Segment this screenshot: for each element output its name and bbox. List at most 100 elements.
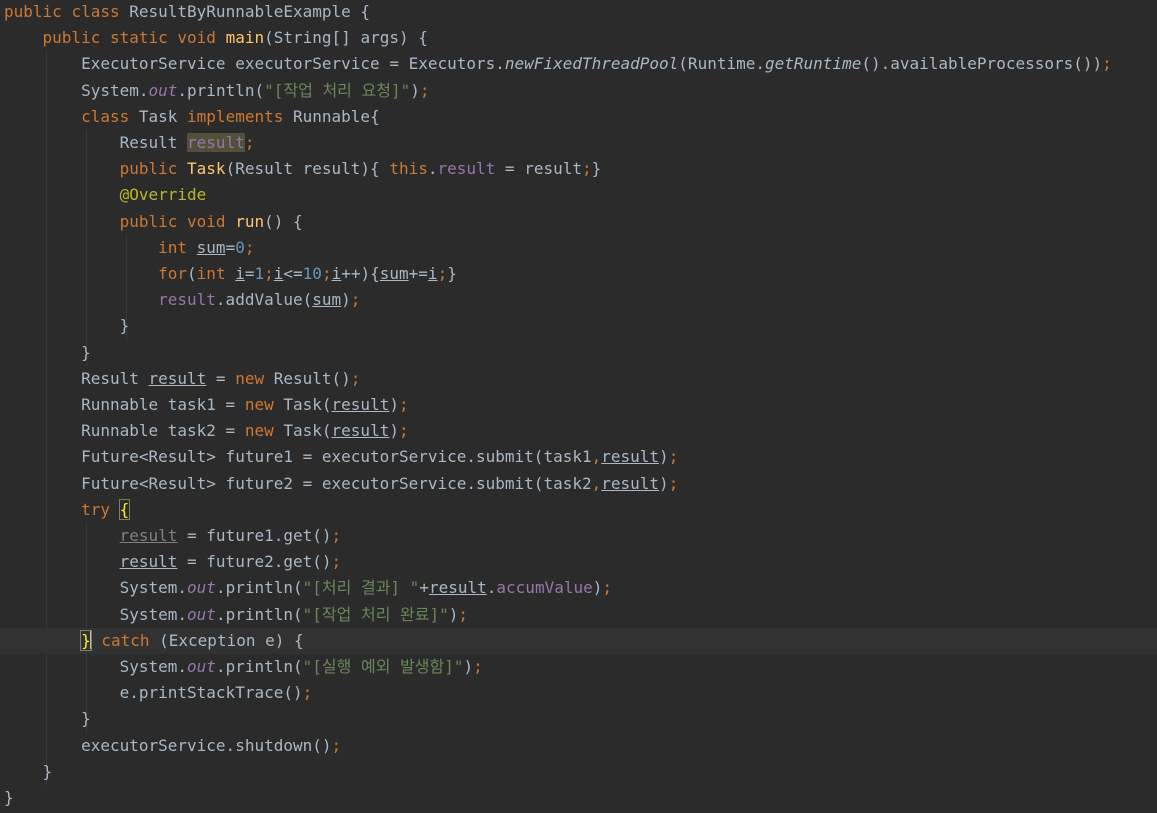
code-text: .println( bbox=[215, 604, 303, 624]
code-text: } bbox=[4, 342, 91, 362]
variable-reference: result bbox=[331, 395, 390, 414]
code-line[interactable]: public void run() { bbox=[0, 209, 1157, 235]
code-text: = result bbox=[495, 159, 582, 179]
code-line[interactable]: ExecutorService executorService = Execut… bbox=[0, 51, 1157, 77]
string-literal: "[작업 처리 요청]" bbox=[264, 80, 411, 100]
method-name: main bbox=[225, 28, 265, 48]
keyword: ; bbox=[473, 657, 483, 676]
keyword: ; bbox=[668, 447, 679, 467]
code-line[interactable]: result = future1.get(); bbox=[0, 523, 1157, 549]
code-line[interactable]: Future<Result> future1 = executorService… bbox=[0, 444, 1157, 470]
code-line[interactable]: } bbox=[0, 785, 1157, 811]
code-line[interactable]: public Task(Result result){ this.result … bbox=[0, 156, 1157, 182]
variable-reference: result bbox=[331, 421, 390, 441]
keyword: class bbox=[71, 2, 130, 21]
variable-reference: result bbox=[148, 368, 207, 388]
code-text: ) bbox=[592, 578, 603, 598]
code-line[interactable]: Runnable task1 = new Task(result); bbox=[0, 392, 1157, 418]
code-line[interactable]: System.out.println("[작업 처리 완료]"); bbox=[0, 602, 1157, 628]
static-field: out bbox=[187, 604, 216, 624]
code-line[interactable]: Result result = new Result(); bbox=[0, 366, 1157, 392]
keyword: , bbox=[591, 447, 602, 467]
code-line[interactable]: for(int i=1;i<=10;i++){sum+=i;} bbox=[0, 261, 1157, 287]
field-name: result bbox=[437, 159, 496, 179]
code-line[interactable]: } bbox=[0, 340, 1157, 366]
code-text: ++){ bbox=[341, 264, 380, 283]
code-text: System. bbox=[4, 604, 188, 624]
code-line[interactable]: @Override bbox=[0, 182, 1157, 208]
variable-reference: i bbox=[427, 264, 438, 283]
code-text: (Result result){ bbox=[225, 159, 390, 179]
keyword: public bbox=[119, 211, 188, 231]
code-line[interactable]: public static void main(String[] args) { bbox=[0, 25, 1157, 51]
code-text: Task( bbox=[283, 421, 332, 441]
code-line[interactable]: } catch (Exception e) { bbox=[0, 627, 1157, 654]
code-line[interactable]: int sum=0; bbox=[0, 235, 1157, 261]
keyword: ; bbox=[350, 368, 361, 388]
keyword: ; bbox=[350, 290, 361, 310]
variable-reference: i bbox=[235, 264, 245, 283]
code-line[interactable]: } bbox=[0, 706, 1157, 732]
keyword: class bbox=[81, 106, 139, 126]
annotation: @Override bbox=[119, 185, 207, 205]
code-text: .println( bbox=[215, 578, 303, 598]
string-literal: "[처리 결과] " bbox=[302, 578, 420, 598]
code-line[interactable]: } bbox=[0, 313, 1157, 339]
code-line[interactable]: result.addValue(sum); bbox=[0, 287, 1157, 313]
code-line[interactable]: System.out.println("[처리 결과] "+result.acc… bbox=[0, 575, 1157, 601]
code-line[interactable]: System.out.println("[실행 예외 발생함]"); bbox=[0, 654, 1157, 680]
keyword: ; bbox=[331, 526, 342, 545]
code-line[interactable]: try { bbox=[0, 497, 1157, 523]
code-line[interactable]: result = future2.get(); bbox=[0, 549, 1157, 575]
code-line[interactable]: public class ResultByRunnableExample { bbox=[0, 0, 1157, 25]
static-field: out bbox=[187, 578, 216, 598]
code-text: + bbox=[419, 578, 429, 598]
code-text: ) bbox=[463, 657, 474, 676]
number-literal: 0 bbox=[235, 237, 245, 257]
keyword: int bbox=[196, 264, 236, 283]
keyword: ; bbox=[1102, 54, 1112, 74]
code-text: Runnable task1 = bbox=[4, 395, 245, 414]
code-line[interactable]: System.out.println("[작업 처리 요청]"); bbox=[0, 78, 1157, 104]
keyword: void bbox=[177, 28, 226, 48]
code-line[interactable]: Result result; bbox=[0, 130, 1157, 156]
keyword: public bbox=[4, 2, 72, 21]
keyword: catch bbox=[101, 630, 160, 650]
code-text: ) bbox=[448, 604, 459, 624]
code-text: ( bbox=[187, 264, 197, 283]
code-text: = future2.get() bbox=[177, 552, 332, 572]
code-line[interactable]: Runnable task2 = new Task(result); bbox=[0, 418, 1157, 444]
keyword: ; bbox=[264, 264, 274, 283]
field-name: result bbox=[158, 290, 216, 310]
keyword: ; bbox=[582, 159, 592, 179]
string-literal: "[실행 예외 발생함]" bbox=[302, 657, 464, 676]
code-editor[interactable]: public class ResultByRunnableExample { p… bbox=[0, 0, 1157, 813]
string-literal: "[작업 처리 완료]" bbox=[302, 604, 449, 624]
code-line[interactable]: executorService.shutdown(); bbox=[0, 733, 1157, 759]
keyword: ; bbox=[302, 683, 313, 703]
code-line[interactable]: e.printStackTrace(); bbox=[0, 680, 1157, 706]
static-field: out bbox=[187, 657, 216, 676]
keyword: new bbox=[235, 368, 274, 388]
code-text: System. bbox=[4, 578, 188, 598]
keyword: new bbox=[244, 395, 284, 414]
code-text: ) bbox=[410, 80, 420, 100]
code-line[interactable]: class Task implements Runnable{ bbox=[0, 104, 1157, 130]
variable-reference: i bbox=[273, 264, 284, 283]
code-text: += bbox=[408, 264, 428, 283]
code-text: } bbox=[4, 788, 14, 807]
code-line[interactable]: Future<Result> future2 = executorService… bbox=[0, 471, 1157, 497]
code-line[interactable]: } bbox=[0, 759, 1157, 785]
keyword: for bbox=[158, 264, 188, 283]
variable-reference: result bbox=[428, 578, 487, 598]
code-text: . bbox=[486, 578, 497, 598]
variable-reference: result bbox=[601, 473, 660, 493]
